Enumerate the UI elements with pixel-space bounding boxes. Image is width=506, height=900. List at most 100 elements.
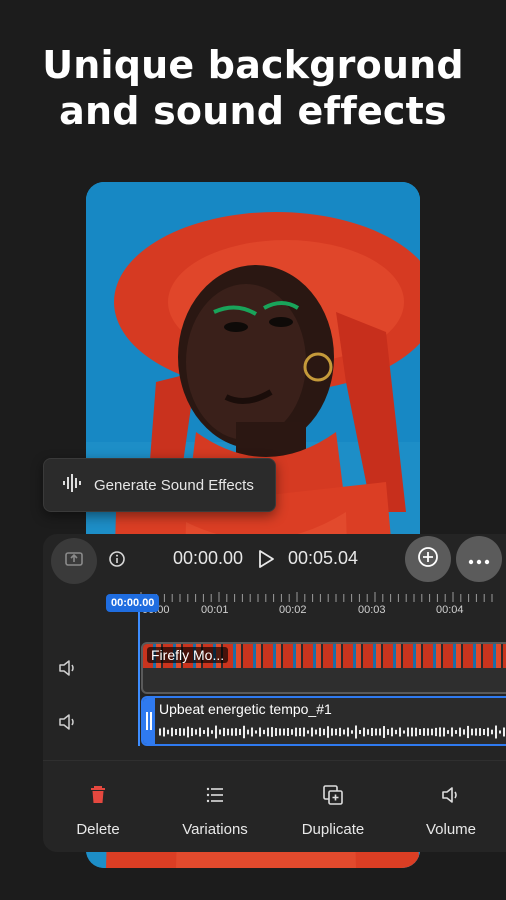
clip-title: Firefly Mo... <box>147 647 229 663</box>
waveform-bar <box>503 727 505 737</box>
waveform-bar <box>303 727 305 737</box>
headline: Unique background and sound effects <box>0 42 506 134</box>
waveform-bar <box>163 727 165 737</box>
waveform-bar <box>347 727 349 737</box>
waveform-bar <box>307 730 309 734</box>
total-time: 00:05.04 <box>288 548 359 568</box>
waveform-bar <box>167 729 169 735</box>
waveform-bar <box>267 727 269 737</box>
track-1-volume-icon[interactable] <box>57 658 79 678</box>
waveform-bar <box>431 728 433 736</box>
waveform-bar <box>375 728 377 736</box>
waveform-bar <box>315 729 317 735</box>
variations-label: Variations <box>182 821 248 838</box>
waveform-bar <box>487 727 489 737</box>
more-options-button[interactable] <box>456 536 502 582</box>
waveform-bar <box>191 727 193 737</box>
waveform-bar <box>407 727 409 737</box>
generate-sound-effects-button[interactable]: Generate Sound Effects <box>43 458 276 512</box>
waveform-bar <box>311 727 313 737</box>
firefly-video-clip[interactable]: Firefly Mo... <box>141 642 506 694</box>
waveform-bar <box>395 729 397 735</box>
waveform-bar <box>371 727 373 737</box>
trash-icon <box>86 783 110 807</box>
waveform-bar <box>179 728 181 736</box>
waveform-icon <box>62 473 82 497</box>
waveform-bar <box>499 730 501 734</box>
audio-waveform <box>159 725 505 739</box>
waveform-bar <box>319 727 321 737</box>
waveform-bar <box>211 730 213 734</box>
waveform-bar <box>399 727 401 737</box>
waveform-bar <box>247 729 249 735</box>
track-2-volume-icon[interactable] <box>57 712 79 732</box>
waveform-bar <box>243 725 245 739</box>
clip-actions-bar: Delete Variations Duplicate Volume <box>43 760 506 852</box>
playback-toolbar: 00:00.00 00:05.04 <box>43 534 506 586</box>
volume-label: Volume <box>425 821 477 838</box>
waveform-bar <box>219 729 221 735</box>
export-button[interactable] <box>51 538 97 584</box>
speaker-icon <box>439 783 463 807</box>
info-icon[interactable] <box>107 549 127 569</box>
waveform-bar <box>187 726 189 738</box>
waveform-bar <box>343 729 345 735</box>
waveform-bar <box>255 730 257 734</box>
waveform-bar <box>451 727 453 737</box>
waveform-bar <box>419 728 421 736</box>
waveform-bar <box>423 728 425 736</box>
timeline-editor: 00:00.00 00:05.04 00:00 00:01 <box>43 534 506 852</box>
waveform-bar <box>403 730 405 734</box>
waveform-bar <box>435 727 437 737</box>
waveform-bar <box>279 728 281 736</box>
playhead-line[interactable] <box>138 610 140 746</box>
volume-button[interactable]: Volume <box>396 761 506 852</box>
ruler-tick: 00:02 <box>279 604 307 616</box>
waveform-bar <box>439 727 441 737</box>
waveform-bar <box>235 728 237 736</box>
waveform-bar <box>339 727 341 737</box>
waveform-bar <box>215 725 217 739</box>
waveform-bar <box>295 727 297 737</box>
waveform-bar <box>379 728 381 736</box>
waveform-bar <box>283 728 285 736</box>
waveform-bar <box>207 727 209 737</box>
waveform-bar <box>183 728 185 736</box>
waveform-bar <box>291 729 293 735</box>
waveform-bar <box>479 728 481 736</box>
waveform-bar <box>491 729 493 735</box>
duplicate-label: Duplicate <box>301 821 365 838</box>
generate-sound-effects-label: Generate Sound Effects <box>94 476 254 494</box>
add-button[interactable] <box>405 536 451 582</box>
waveform-bar <box>351 730 353 734</box>
variations-button[interactable]: Variations <box>160 761 270 852</box>
duplicate-icon <box>321 783 345 807</box>
play-button[interactable] <box>256 548 276 570</box>
headline-line-1: Unique background <box>42 43 464 87</box>
waveform-bar <box>299 727 301 737</box>
ruler-tick: 00:04 <box>436 604 464 616</box>
waveform-bar <box>171 727 173 737</box>
clip-trim-handle[interactable] <box>143 698 155 744</box>
waveform-bar <box>175 729 177 735</box>
waveform-bar <box>475 728 477 736</box>
waveform-bar <box>251 727 253 737</box>
waveform-bar <box>259 727 261 737</box>
waveform-bar <box>335 728 337 736</box>
duplicate-button[interactable]: Duplicate <box>278 761 388 852</box>
waveform-bar <box>411 727 413 737</box>
waveform-bar <box>323 728 325 736</box>
audio-clip-selected[interactable]: Upbeat energetic tempo_#1 <box>141 696 506 746</box>
waveform-bar <box>483 728 485 736</box>
waveform-bar <box>443 727 445 737</box>
waveform-bar <box>199 727 201 737</box>
waveform-bar <box>391 727 393 737</box>
delete-label: Delete <box>76 821 120 838</box>
waveform-bar <box>223 727 225 737</box>
waveform-bar <box>467 725 469 739</box>
waveform-bar <box>287 727 289 737</box>
waveform-bar <box>447 730 449 734</box>
delete-button[interactable]: Delete <box>43 761 153 852</box>
waveform-bar <box>275 728 277 736</box>
waveform-bar <box>355 725 357 739</box>
